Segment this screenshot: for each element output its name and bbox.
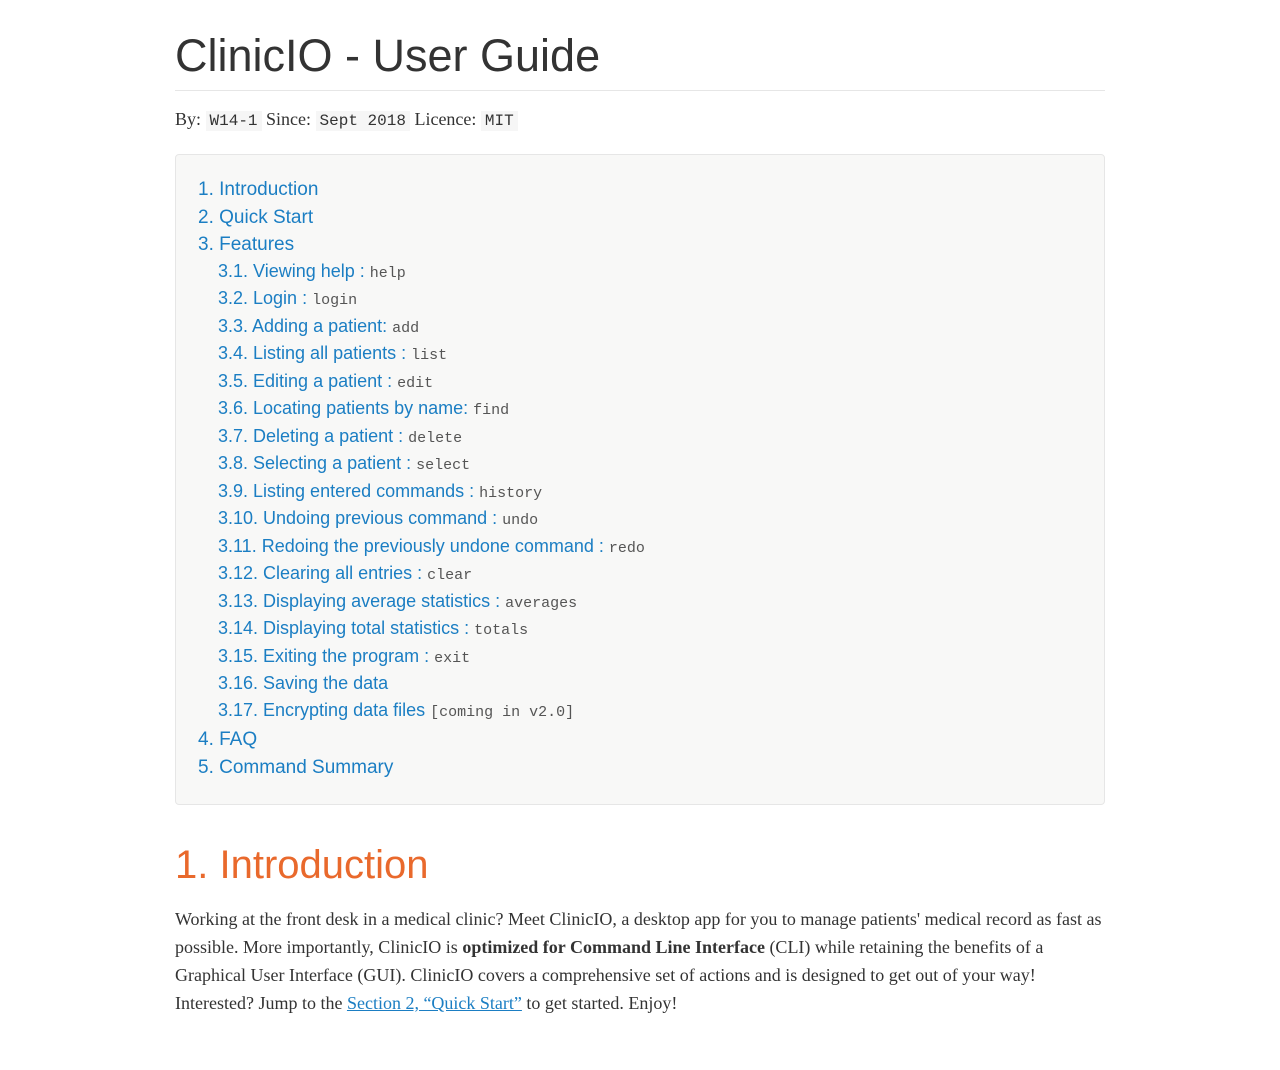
toc-link-delete[interactable]: 3.7. Deleting a patient : delete <box>218 426 462 446</box>
toc-link-find[interactable]: 3.6. Locating patients by name: find <box>218 398 509 418</box>
toc-link-edit[interactable]: 3.5. Editing a patient : edit <box>218 371 433 391</box>
toc-link-clear[interactable]: 3.12. Clearing all entries : clear <box>218 563 472 583</box>
toc-link-select[interactable]: 3.8. Selecting a patient : select <box>218 453 470 473</box>
toc-link-command-summary[interactable]: 5. Command Summary <box>198 757 393 778</box>
toc-link-exit[interactable]: 3.15. Exiting the program : exit <box>218 646 470 666</box>
since-value: Sept 2018 <box>316 111 410 131</box>
toc-link-history[interactable]: 3.9. Listing entered commands : history <box>218 481 542 501</box>
section-heading-introduction: 1. Introduction <box>175 843 1105 888</box>
licence-label: Licence: <box>410 109 481 129</box>
intro-paragraph: Working at the front desk in a medical c… <box>175 906 1105 1018</box>
toc-link-faq[interactable]: 4. FAQ <box>198 729 257 750</box>
page-title: ClinicIO - User Guide <box>175 30 1105 91</box>
by-label: By: <box>175 109 206 129</box>
meta-line: By: W14-1 Since: Sept 2018 Licence: MIT <box>175 109 1105 130</box>
table-of-contents: 1. Introduction 2. Quick Start 3. Featur… <box>175 154 1105 805</box>
licence-value: MIT <box>481 111 518 131</box>
toc-link-averages[interactable]: 3.13. Displaying average statistics : av… <box>218 591 577 611</box>
by-value: W14-1 <box>206 111 262 131</box>
toc-link-undo[interactable]: 3.10. Undoing previous command : undo <box>218 508 538 528</box>
toc-link-add[interactable]: 3.3. Adding a patient: add <box>218 316 419 336</box>
toc-link-list[interactable]: 3.4. Listing all patients : list <box>218 343 447 363</box>
toc-link-encrypting[interactable]: 3.17. Encrypting data files [coming in v… <box>218 700 574 720</box>
toc-link-help[interactable]: 3.1. Viewing help : help <box>218 261 406 281</box>
link-quick-start[interactable]: Section 2, “Quick Start” <box>347 993 522 1013</box>
toc-link-login[interactable]: 3.2. Login : login <box>218 288 357 308</box>
toc-link-redo[interactable]: 3.11. Redoing the previously undone comm… <box>218 536 645 556</box>
toc-link-quick-start[interactable]: 2. Quick Start <box>198 207 313 228</box>
since-label: Since: <box>262 109 316 129</box>
toc-link-introduction[interactable]: 1. Introduction <box>198 179 318 200</box>
toc-link-totals[interactable]: 3.14. Displaying total statistics : tota… <box>218 618 528 638</box>
toc-link-saving[interactable]: 3.16. Saving the data <box>218 673 388 693</box>
toc-link-features[interactable]: 3. Features <box>198 234 294 255</box>
